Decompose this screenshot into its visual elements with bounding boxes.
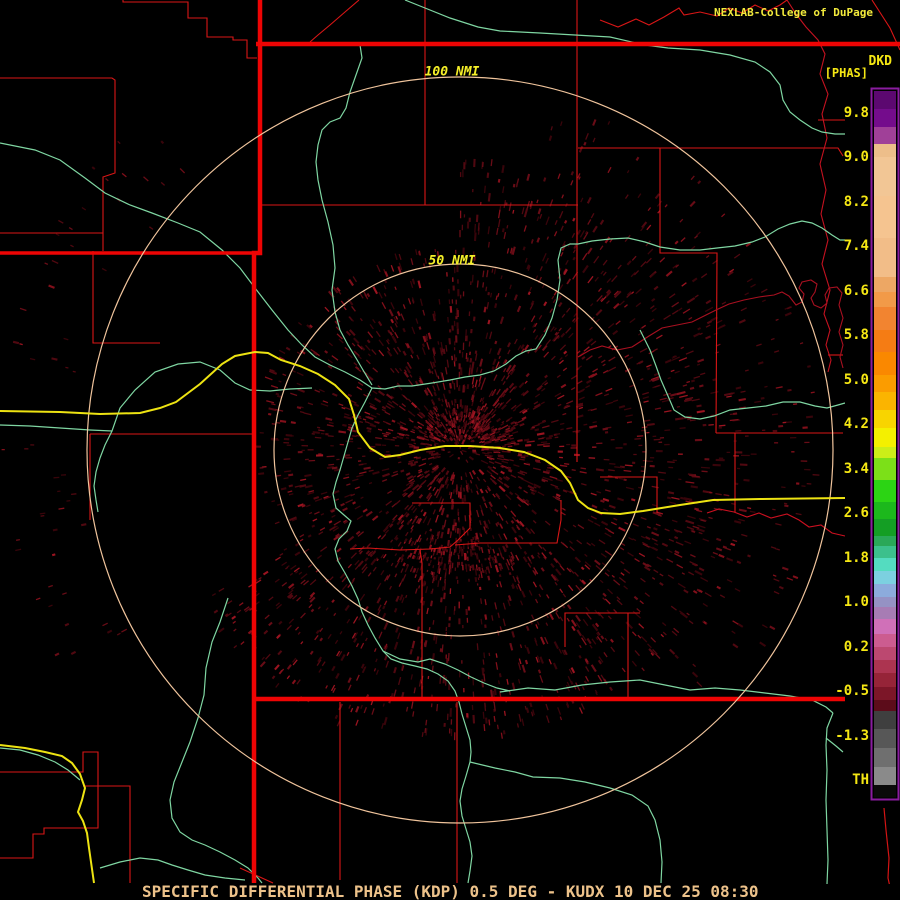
radar-echo-noise <box>1 119 820 741</box>
colorbar-segment <box>874 571 896 585</box>
colorbar-segment <box>874 144 896 158</box>
colorbar-segment <box>874 330 896 353</box>
colorbar-segment <box>874 307 896 331</box>
colorbar-segment <box>874 447 896 459</box>
state-border-line <box>251 0 263 883</box>
colorbar-segment <box>874 748 896 768</box>
colorbar-segment <box>874 277 896 293</box>
highway-line <box>0 744 95 884</box>
colorbar-tick-1.8: 1.8 <box>843 550 869 566</box>
colorbar-tick-3.4: 3.4 <box>843 461 869 477</box>
colorbar-segment <box>874 458 896 481</box>
colorbar-tick--1.3: -1.3 <box>835 728 869 744</box>
range-ring-100nmi-label: 100 NMI <box>424 64 480 80</box>
county-boundary-line <box>122 0 257 59</box>
colorbar-segment <box>874 392 896 411</box>
colorbar-tick-8.2: 8.2 <box>843 194 869 210</box>
radar-map <box>0 0 900 888</box>
colorbar-segment <box>874 607 896 620</box>
app-title: NEXLAB-College of DuPage <box>714 6 873 19</box>
colorbar-segment <box>874 619 896 635</box>
colorbar-segment <box>874 634 896 648</box>
colorbar-product-code: DKD <box>868 54 892 69</box>
colorbar-segment <box>874 157 896 197</box>
colorbar-segment <box>874 767 896 786</box>
colorbar-segment <box>874 127 896 145</box>
colorbar-segment <box>874 519 896 537</box>
county-boundary-line <box>92 251 160 344</box>
colorbar-segment <box>874 292 896 308</box>
colorbar-segment <box>874 584 896 598</box>
colorbar-segment <box>874 546 896 559</box>
colorbar-tick-9.0: 9.0 <box>843 149 869 165</box>
river-line <box>0 361 313 432</box>
colorbar-segment <box>874 647 896 661</box>
colorbar-tick-4.2: 4.2 <box>843 416 869 432</box>
county-boundary-line <box>786 0 832 373</box>
colorbar-segment <box>874 729 896 749</box>
colorbar-segment <box>874 785 896 798</box>
colorbar-tick-1.0: 1.0 <box>843 594 869 610</box>
colorbar-segment <box>874 700 896 712</box>
county-boundary-line <box>309 0 360 43</box>
colorbar-tick-7.4: 7.4 <box>843 238 869 254</box>
colorbar-segment <box>874 660 896 674</box>
range-ring-50nmi-label: 50 NMI <box>428 253 476 269</box>
colorbar-segment <box>874 597 896 608</box>
river-line <box>499 679 834 714</box>
county-boundary-line <box>0 751 99 859</box>
radar-display: NEXLAB-College of DuPage DKD [PHAS] 9.8 9… <box>0 0 900 900</box>
river-line <box>639 329 846 420</box>
colorbar-segment <box>874 673 896 688</box>
colorbar-tick--0.5: -0.5 <box>835 683 869 699</box>
colorbar-segment <box>874 196 896 239</box>
colorbar-segment <box>874 375 896 393</box>
county-boundary-line <box>419 549 423 697</box>
colorbar-segment <box>874 687 896 701</box>
colorbar-segment <box>874 238 896 278</box>
county-boundary-line <box>578 147 844 157</box>
station-logo-icon <box>880 3 900 61</box>
colorbar-segment <box>874 109 896 128</box>
colorbar-segment <box>874 410 896 429</box>
colorbar-segment <box>874 711 896 730</box>
colorbar-segment <box>874 536 896 547</box>
county-boundary-line <box>239 867 274 884</box>
colorbar-segment <box>874 558 896 572</box>
county-boundary-line <box>83 785 131 883</box>
colorbar-tick-5.8: 5.8 <box>843 327 869 343</box>
river-line <box>93 430 113 513</box>
colorbar-tick-5.0: 5.0 <box>843 372 869 388</box>
colorbar-tick-9.8: 9.8 <box>843 105 869 121</box>
range-ring-100nmi <box>86 76 834 824</box>
map-layers <box>0 0 900 884</box>
county-boundary-line <box>0 77 116 251</box>
product-caption: SPECIFIC DIFFERENTIAL PHASE (KDP) 0.5 DE… <box>142 882 759 900</box>
river-line <box>169 597 263 884</box>
river-line <box>99 857 246 881</box>
colorbar-segment <box>874 91 896 110</box>
colorbar-segment <box>874 428 896 448</box>
colorbar-segment <box>874 502 896 520</box>
colorbar-tick-6.6: 6.6 <box>843 283 869 299</box>
river-line <box>0 747 81 781</box>
colorbar-tick-TH: TH <box>852 772 869 788</box>
colorbar-segment <box>874 352 896 376</box>
colorbar-tick-2.6: 2.6 <box>843 505 869 521</box>
county-boundary-line <box>659 148 718 434</box>
county-boundary-line <box>600 476 658 513</box>
colorbar-segment <box>874 480 896 503</box>
colorbar-units-label: [PHAS] <box>824 66 868 80</box>
colorbar-tick-0.2: 0.2 <box>843 639 869 655</box>
